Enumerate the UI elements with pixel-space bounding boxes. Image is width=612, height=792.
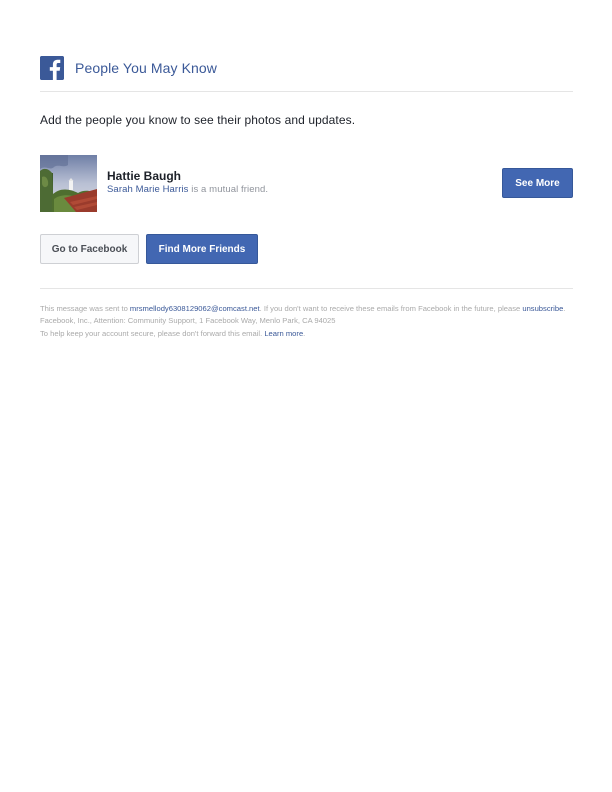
header-divider: [40, 91, 573, 92]
friend-suggestion: Hattie Baugh Sarah Marie Harris is a mut…: [40, 155, 573, 212]
facebook-logo-icon[interactable]: [40, 56, 64, 80]
email-body: People You May Know Add the people you k…: [40, 55, 573, 340]
intro-text: Add the people you know to see their pho…: [40, 113, 356, 127]
footer-period: .: [303, 328, 306, 338]
footer-security-line: To help keep your account secure, please…: [40, 328, 573, 340]
action-buttons: Go to Facebook Find More Friends: [40, 234, 573, 264]
footer-divider: [40, 288, 573, 289]
unsubscribe-link[interactable]: unsubscribe: [522, 304, 563, 313]
see-more-button[interactable]: See More: [502, 168, 573, 198]
learn-more-link[interactable]: Learn more: [264, 329, 303, 338]
find-more-friends-button[interactable]: Find More Friends: [146, 234, 258, 264]
footer-sent-line: This message was sent to mrsmellody63081…: [40, 303, 573, 315]
footer-security-text: To help keep your account secure, please…: [40, 328, 265, 338]
recipient-email-link[interactable]: mrsmellody6308129062@comcast.net: [130, 304, 260, 313]
footer-sent-prefix: This message was sent to: [40, 304, 130, 313]
friend-name[interactable]: Hattie Baugh: [107, 169, 181, 183]
mutual-friend-link[interactable]: Sarah Marie Harris: [107, 184, 189, 195]
mutual-friend-suffix: is a mutual friend.: [188, 184, 269, 195]
mutual-friend-text: Sarah Marie Harris is a mutual friend.: [107, 184, 268, 195]
footer-sent-suffix: . If you don't want to receive these ema…: [259, 304, 523, 313]
footer-unsubscribe-suffix: .: [563, 304, 566, 313]
go-to-facebook-button[interactable]: Go to Facebook: [40, 234, 139, 264]
footer-address: Facebook, Inc., Attention: Community Sup…: [40, 316, 336, 326]
email-footer: This message was sent to mrsmellody63081…: [40, 303, 573, 340]
page-title[interactable]: People You May Know: [75, 60, 217, 76]
email-header: People You May Know: [40, 55, 573, 81]
avatar[interactable]: [40, 155, 97, 212]
